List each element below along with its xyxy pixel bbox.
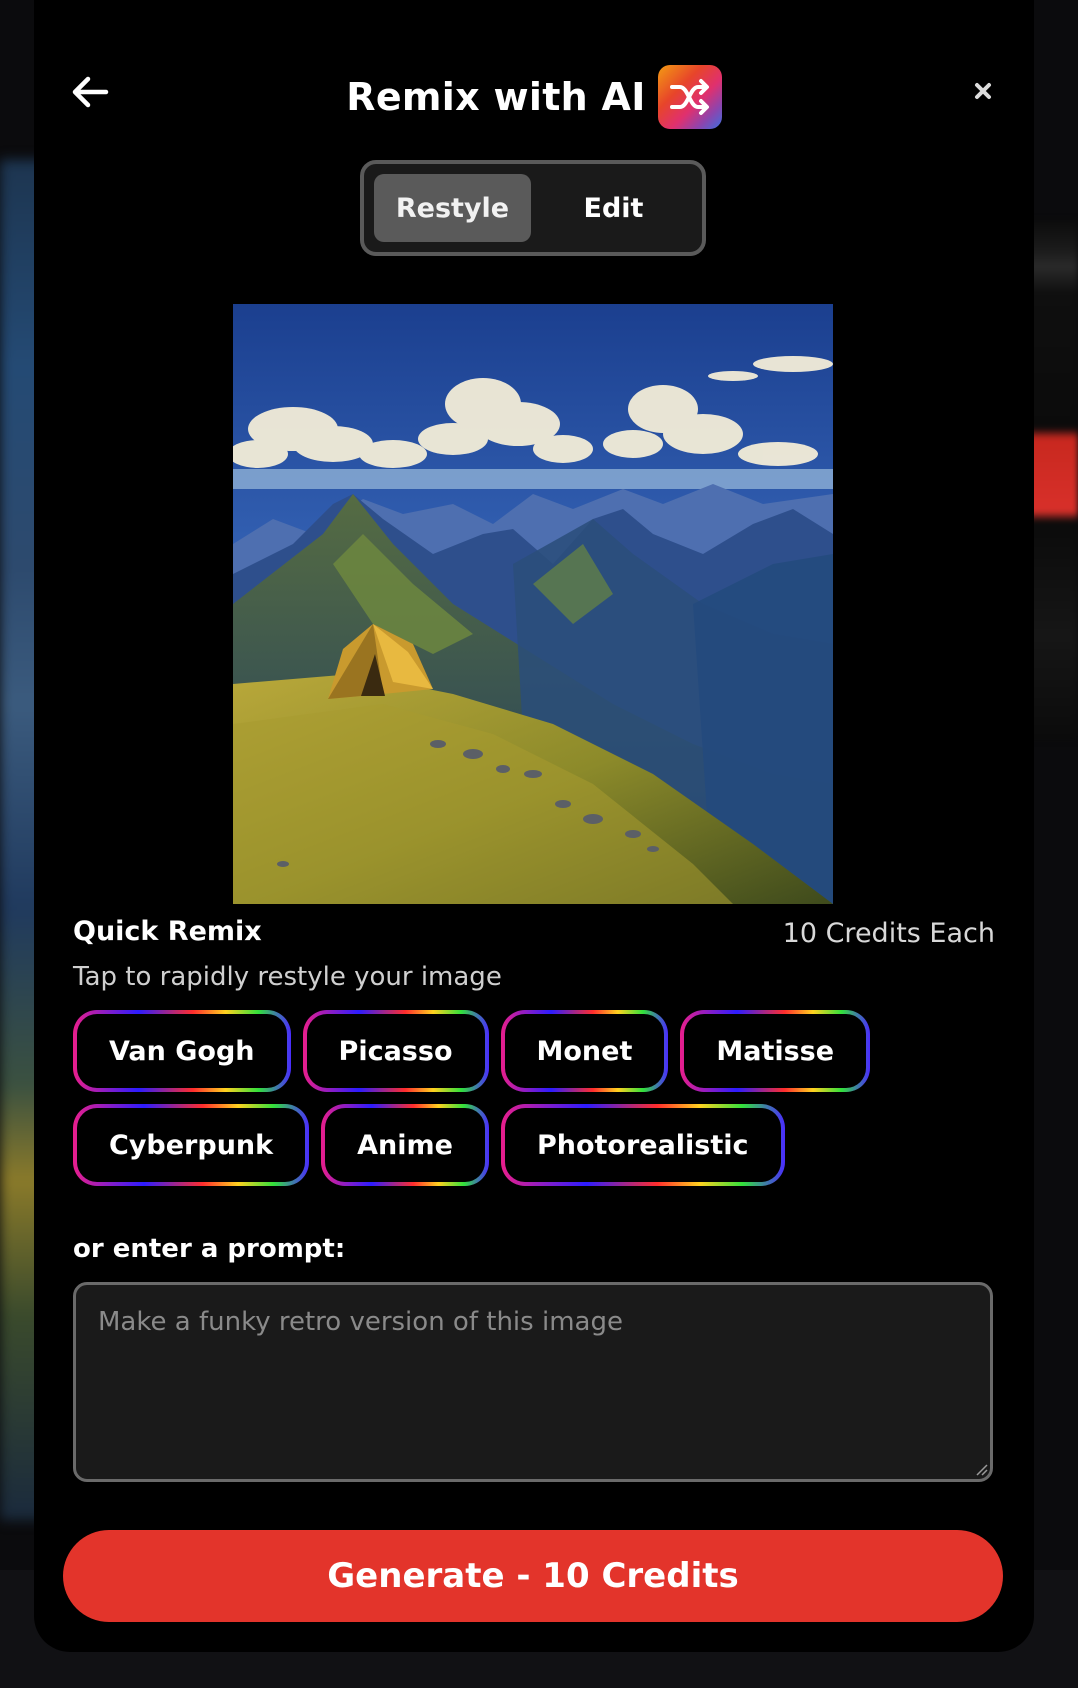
chip-label: Cyberpunk (77, 1108, 306, 1182)
preview-image (233, 304, 833, 904)
tab-restyle[interactable]: Restyle (374, 174, 531, 242)
remix-modal: Remix with AI Restyle Edit Quick Remix 1… (34, 0, 1034, 1652)
quick-remix-title: Quick Remix (73, 916, 262, 947)
chip-label: Monet (504, 1014, 665, 1088)
shuffle-icon (657, 65, 722, 129)
style-chip-monet[interactable]: Monet (500, 1010, 669, 1092)
close-icon (975, 83, 991, 99)
style-chip-photorealistic[interactable]: Photorealistic (500, 1104, 785, 1186)
style-chip-picasso[interactable]: Picasso (302, 1010, 489, 1092)
chip-label: Van Gogh (77, 1014, 287, 1088)
credits-each-label: 10 Credits Each (782, 918, 995, 949)
modal-header: Remix with AI (34, 50, 1034, 140)
prompt-label: or enter a prompt: (73, 1234, 346, 1264)
style-chip-matisse[interactable]: Matisse (680, 1010, 871, 1092)
title-group: Remix with AI (34, 64, 1034, 130)
page-title: Remix with AI (346, 75, 646, 119)
chip-label: Matisse (684, 1014, 867, 1088)
quick-remix-header: Quick Remix 10 Credits Each (73, 916, 995, 956)
prompt-input[interactable] (73, 1282, 993, 1482)
chip-row-1: Van Gogh Picasso Monet Matisse (73, 1010, 1003, 1092)
style-chip-anime[interactable]: Anime (321, 1104, 489, 1186)
generate-button[interactable]: Generate - 10 Credits (63, 1530, 1003, 1622)
chip-label: Anime (325, 1108, 485, 1182)
resize-grip-icon[interactable] (974, 1462, 988, 1476)
style-chip-cyberpunk[interactable]: Cyberpunk (73, 1104, 310, 1186)
close-button[interactable] (970, 78, 996, 104)
style-chip-van-gogh[interactable]: Van Gogh (73, 1010, 291, 1092)
mode-toggle: Restyle Edit (360, 160, 706, 256)
tab-edit[interactable]: Edit (535, 174, 692, 242)
style-chips: Van Gogh Picasso Monet Matisse Cyberpunk… (73, 1010, 1003, 1198)
chip-row-2: Cyberpunk Anime Photorealistic (73, 1104, 1003, 1186)
chip-label: Picasso (306, 1014, 485, 1088)
chip-label: Photorealistic (504, 1108, 781, 1182)
quick-remix-subtitle: Tap to rapidly restyle your image (73, 962, 502, 992)
